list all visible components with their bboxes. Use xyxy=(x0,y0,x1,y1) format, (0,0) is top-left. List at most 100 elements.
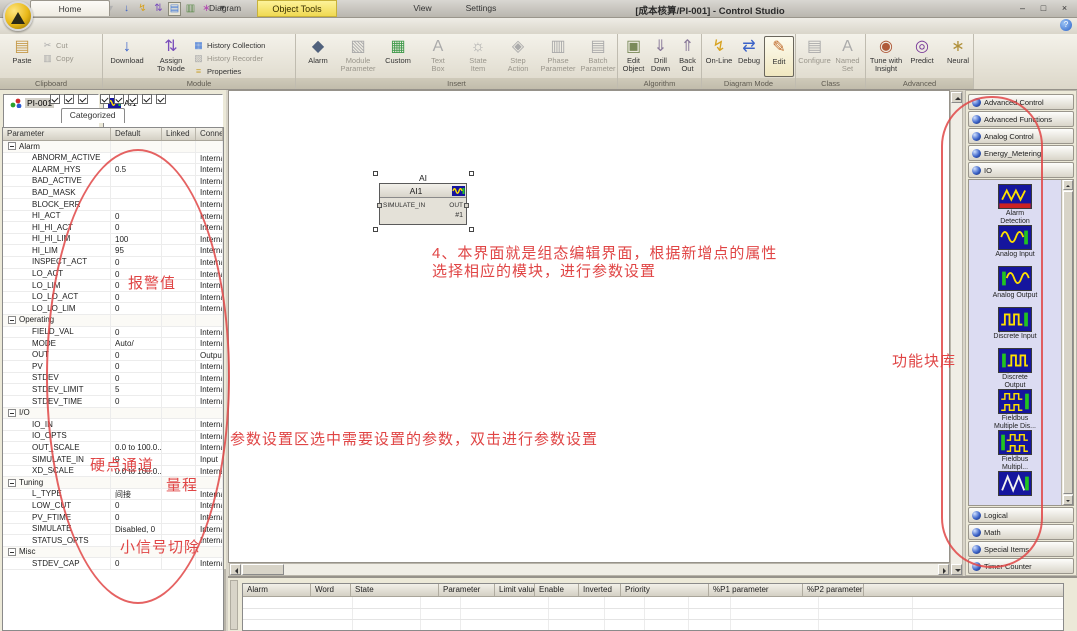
parameter-row[interactable]: PV_FTIME 0 Internal xyxy=(3,512,223,524)
alarm-table[interactable]: AlarmWordStateParameterLimit valueEnable… xyxy=(242,583,1064,631)
advanced-button[interactable]: ∗ Neural xyxy=(940,36,976,77)
col-parameter[interactable]: Parameter xyxy=(3,128,111,140)
filter-checkbox[interactable] xyxy=(50,94,60,104)
scroll-up-button[interactable] xyxy=(951,92,962,103)
expand-icon[interactable] xyxy=(8,548,16,556)
alarm-column-header[interactable]: Priority xyxy=(621,584,709,596)
palette-scrollbar[interactable] xyxy=(1061,180,1073,505)
palette-scroll-thumb[interactable] xyxy=(1063,191,1073,494)
parameter-row[interactable]: LO_LIM 0 Internal xyxy=(3,280,223,292)
parameter-row[interactable]: OUT 0 Output xyxy=(3,350,223,362)
alarm-empty-row[interactable] xyxy=(243,620,1063,631)
module-big-button[interactable]: ↓ Download xyxy=(105,36,149,77)
class-button[interactable]: A Named Set xyxy=(831,36,864,77)
palette-category[interactable]: Timer Counter xyxy=(968,558,1074,574)
selection-handle[interactable] xyxy=(469,227,474,232)
palette-category[interactable]: Logical xyxy=(968,507,1074,523)
parameter-row[interactable]: HI_LIM 95 Internal xyxy=(3,245,223,257)
scroll-right-button[interactable] xyxy=(938,564,949,575)
expand-icon[interactable] xyxy=(8,316,16,324)
alarm-column-header[interactable]: Enable xyxy=(535,584,579,596)
insert-button[interactable]: ▧ Module Parameter xyxy=(338,36,378,77)
function-block-item[interactable]: Fieldbus Multiple Dis... xyxy=(969,389,1061,430)
parameter-row[interactable]: IO_IN Internal re xyxy=(3,419,223,431)
parameter-row[interactable]: Alarm xyxy=(3,141,223,153)
filter-checkbox[interactable] xyxy=(114,94,124,104)
parameter-row[interactable]: STDEV_TIME 0 Internal xyxy=(3,396,223,408)
alarm-column-header[interactable]: Inverted xyxy=(579,584,621,596)
insert-button[interactable]: ▥ Phase Parameter xyxy=(538,36,578,77)
module-big-button[interactable]: ⇅ Assign To Node xyxy=(149,36,193,77)
palette-category[interactable]: Math xyxy=(968,524,1074,540)
col-linked[interactable]: Linked xyxy=(162,128,196,140)
col-default[interactable]: Default xyxy=(111,128,162,140)
alarm-column-header[interactable]: Word xyxy=(311,584,351,596)
parameter-row[interactable]: Misc xyxy=(3,547,223,559)
algorithm-button[interactable]: ▣ Edit Object xyxy=(620,36,647,77)
parameter-row[interactable]: Tuning xyxy=(3,477,223,489)
parameter-row[interactable]: BAD_MASK Internal xyxy=(3,187,223,199)
palette-category[interactable]: Energy_Metering xyxy=(968,145,1074,161)
palette-scroll-up[interactable] xyxy=(1063,180,1073,190)
function-block-item[interactable]: Discrete Input xyxy=(969,307,1061,348)
module-small-button[interactable]: ▦ History Collection xyxy=(193,39,265,51)
download-button[interactable]: ↓ xyxy=(120,3,133,15)
alarm-column-header[interactable]: %P1 parameter xyxy=(709,584,803,596)
parameter-row[interactable]: ABNORM_ACTIVE Internal xyxy=(3,153,223,165)
insert-button[interactable]: A Text Box xyxy=(418,36,458,77)
tab-view[interactable]: View xyxy=(400,0,445,16)
clipboard-small-button[interactable]: ✂ Cut xyxy=(42,39,74,51)
insert-button[interactable]: ☼ State Item xyxy=(458,36,498,77)
class-button[interactable]: ▤ Configure xyxy=(798,36,831,77)
parameter-row[interactable]: INSPECT_ACT 0 Internal xyxy=(3,257,223,269)
minimize-button[interactable]: – xyxy=(1014,2,1031,15)
insert-button[interactable]: ◆ Alarm xyxy=(298,36,338,77)
parameter-row[interactable]: STDEV_CAP 0 Internal xyxy=(3,558,223,570)
diagram-mode-button[interactable]: ⇄ Debug xyxy=(734,36,764,77)
algorithm-button[interactable]: ⇓ Drill Down xyxy=(647,36,674,77)
insert-button[interactable]: ▤ Batch Parameter xyxy=(578,36,618,77)
tab-diagram[interactable]: Diagram xyxy=(180,0,270,16)
filter-checkbox[interactable] xyxy=(100,94,110,104)
parameter-row[interactable]: I/O xyxy=(3,408,223,420)
parameter-row[interactable]: STDEV 0 Internal xyxy=(3,373,223,385)
function-block-item[interactable]: Fieldbus Multipl... xyxy=(969,430,1061,471)
filter-checkbox[interactable] xyxy=(156,94,166,104)
parameter-row[interactable]: Operating xyxy=(3,315,223,327)
function-block-item[interactable]: Analog Output xyxy=(969,266,1061,307)
alarm-column-header[interactable]: Alarm xyxy=(243,584,311,596)
online-button[interactable]: ↯ xyxy=(136,3,149,15)
palette-category[interactable]: IO xyxy=(968,162,1074,178)
algorithm-button[interactable]: ⇑ Back Out xyxy=(674,36,701,77)
horizontal-scroll-thumb[interactable] xyxy=(242,564,284,575)
filter-checkbox[interactable] xyxy=(64,94,74,104)
scroll-down-button[interactable] xyxy=(951,564,962,575)
expand-icon[interactable] xyxy=(8,409,16,417)
insert-button[interactable]: ◈ Step Action xyxy=(498,36,538,77)
help-icon[interactable]: ? xyxy=(1060,19,1072,31)
advanced-button[interactable]: ◉ Tune with Insight xyxy=(868,36,904,77)
parameter-row[interactable]: LOW_CUT 0 Internal xyxy=(3,500,223,512)
module-small-button[interactable]: ▨ History Recorder xyxy=(193,52,265,64)
parameter-row[interactable]: HI_ACT 0 Internal xyxy=(3,211,223,223)
alarm-column-header[interactable]: Limit value xyxy=(495,584,535,596)
restore-button[interactable]: □ xyxy=(1035,2,1052,15)
paste-button[interactable]: ▤ Paste xyxy=(2,36,42,77)
canvas-vertical-scrollbar[interactable] xyxy=(950,91,963,576)
parameter-row[interactable]: SIMULATE Disabled, 0 Internal xyxy=(3,524,223,536)
insert-button[interactable]: ▦ Custom xyxy=(378,36,418,77)
alarm-empty-row[interactable] xyxy=(243,609,1063,621)
tab-categorized[interactable]: Categorized xyxy=(61,108,125,123)
tab-home[interactable]: Home xyxy=(30,0,110,16)
parameter-row[interactable]: SIMULATE_IN 0 Input xyxy=(3,454,223,466)
parameter-row[interactable]: XD_SCALE 0.0 to 100.0... Internal xyxy=(3,466,223,478)
function-block-item[interactable]: Discrete Output xyxy=(969,348,1061,389)
parameter-row[interactable]: FIELD_VAL 0 Internal xyxy=(3,327,223,339)
parameter-row[interactable]: HI_HI_LIM 100 Internal xyxy=(3,234,223,246)
clipboard-small-button[interactable]: ▥ Copy xyxy=(42,52,74,64)
filter-checkbox[interactable] xyxy=(128,94,138,104)
col-connection[interactable]: Connection xyxy=(196,128,223,140)
alarm-column-header[interactable]: State xyxy=(351,584,439,596)
alarm-empty-row[interactable] xyxy=(243,597,1063,609)
palette-category[interactable]: Advanced Functions xyxy=(968,111,1074,127)
